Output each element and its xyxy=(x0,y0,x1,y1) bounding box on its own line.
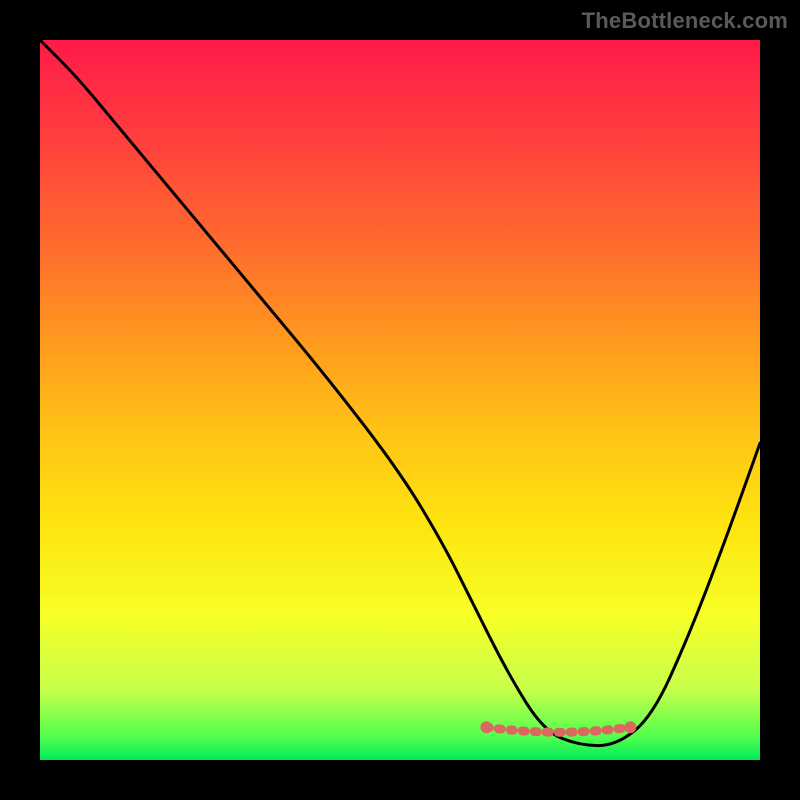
curve-layer xyxy=(40,40,760,760)
sweet-spot-endpoint-left xyxy=(480,721,492,733)
chart-frame: TheBottleneck.com xyxy=(0,0,800,800)
sweet-spot-band xyxy=(486,727,630,732)
bottleneck-curve xyxy=(40,40,760,746)
gradient-plot-area xyxy=(40,40,760,760)
sweet-spot-endpoint-right xyxy=(624,721,636,733)
watermark-text: TheBottleneck.com xyxy=(582,8,788,34)
